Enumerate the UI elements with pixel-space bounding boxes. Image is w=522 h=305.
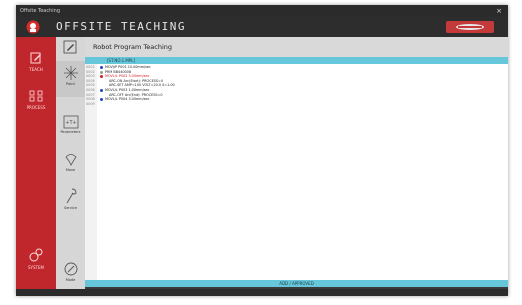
- program-editor[interactable]: [ST.NO.1.MPL] 0001 MOVJ/P P001 10.00mm/se…: [85, 57, 508, 287]
- program-line[interactable]: 0009: [85, 102, 508, 107]
- app-window: Offsite Teaching × OFFSITE TEACHING TEAC…: [16, 5, 508, 296]
- process-icon: [29, 90, 43, 102]
- subnav-item-move[interactable]: Move: [56, 151, 85, 172]
- parameters-icon: +T+: [63, 115, 78, 129]
- edit-program-icon[interactable]: [63, 40, 77, 54]
- close-icon[interactable]: ×: [496, 5, 502, 17]
- edit-icon: [30, 52, 41, 64]
- brand-title: OFFSITE TEACHING: [56, 20, 186, 33]
- bottom-status-bar: [16, 289, 508, 296]
- subnav-item-label: Service: [64, 206, 77, 210]
- app-header: OFFSITE TEACHING: [16, 17, 508, 37]
- subnav-item-parameters[interactable]: +T+ Parameters: [56, 115, 85, 134]
- program-name: [ST.NO.1.MPL]: [107, 58, 136, 63]
- sidebar-item-label: SYSTEM: [28, 265, 44, 270]
- point-icon: [63, 66, 78, 80]
- brand-badge-icon: [446, 21, 494, 33]
- sub-navigation: Point +T+ Parameters Move Service Mode: [56, 37, 85, 289]
- program-header: [ST.NO.1.MPL]: [85, 57, 508, 64]
- subnav-item-mode[interactable]: Mode: [56, 261, 85, 282]
- subnav-item-label: Point: [66, 82, 75, 86]
- panel-toolbar: Robot Program Teaching: [63, 37, 508, 57]
- main-sidebar: TEACH PROCESS SYSTEM: [16, 37, 56, 289]
- gears-icon: [29, 248, 43, 262]
- service-icon: [66, 188, 76, 204]
- program-footer[interactable]: ADD / APPROVED: [85, 280, 508, 287]
- subnav-item-label: Move: [65, 168, 76, 172]
- panel-title: Robot Program Teaching: [93, 43, 173, 51]
- subnav-item-label: Mode: [65, 278, 76, 282]
- sidebar-item-process[interactable]: PROCESS: [16, 89, 56, 110]
- sidebar-item-label: TEACH: [29, 67, 43, 72]
- sidebar-item-teach[interactable]: TEACH: [16, 51, 56, 72]
- move-icon: [64, 154, 77, 166]
- sidebar-item-system[interactable]: SYSTEM: [16, 247, 56, 270]
- window-title: Offsite Teaching: [20, 8, 60, 14]
- subnav-item-service[interactable]: Service: [56, 187, 85, 210]
- mode-icon: [64, 262, 77, 276]
- subnav-item-label: Parameters: [60, 130, 81, 134]
- subnav-item-point[interactable]: Point: [56, 61, 85, 97]
- sidebar-item-label: PROCESS: [26, 105, 46, 110]
- line-number: 0009: [86, 101, 95, 106]
- robot-logo-icon: [26, 20, 40, 34]
- svg-text:+T+: +T+: [65, 120, 76, 126]
- title-bar: Offsite Teaching ×: [16, 5, 508, 17]
